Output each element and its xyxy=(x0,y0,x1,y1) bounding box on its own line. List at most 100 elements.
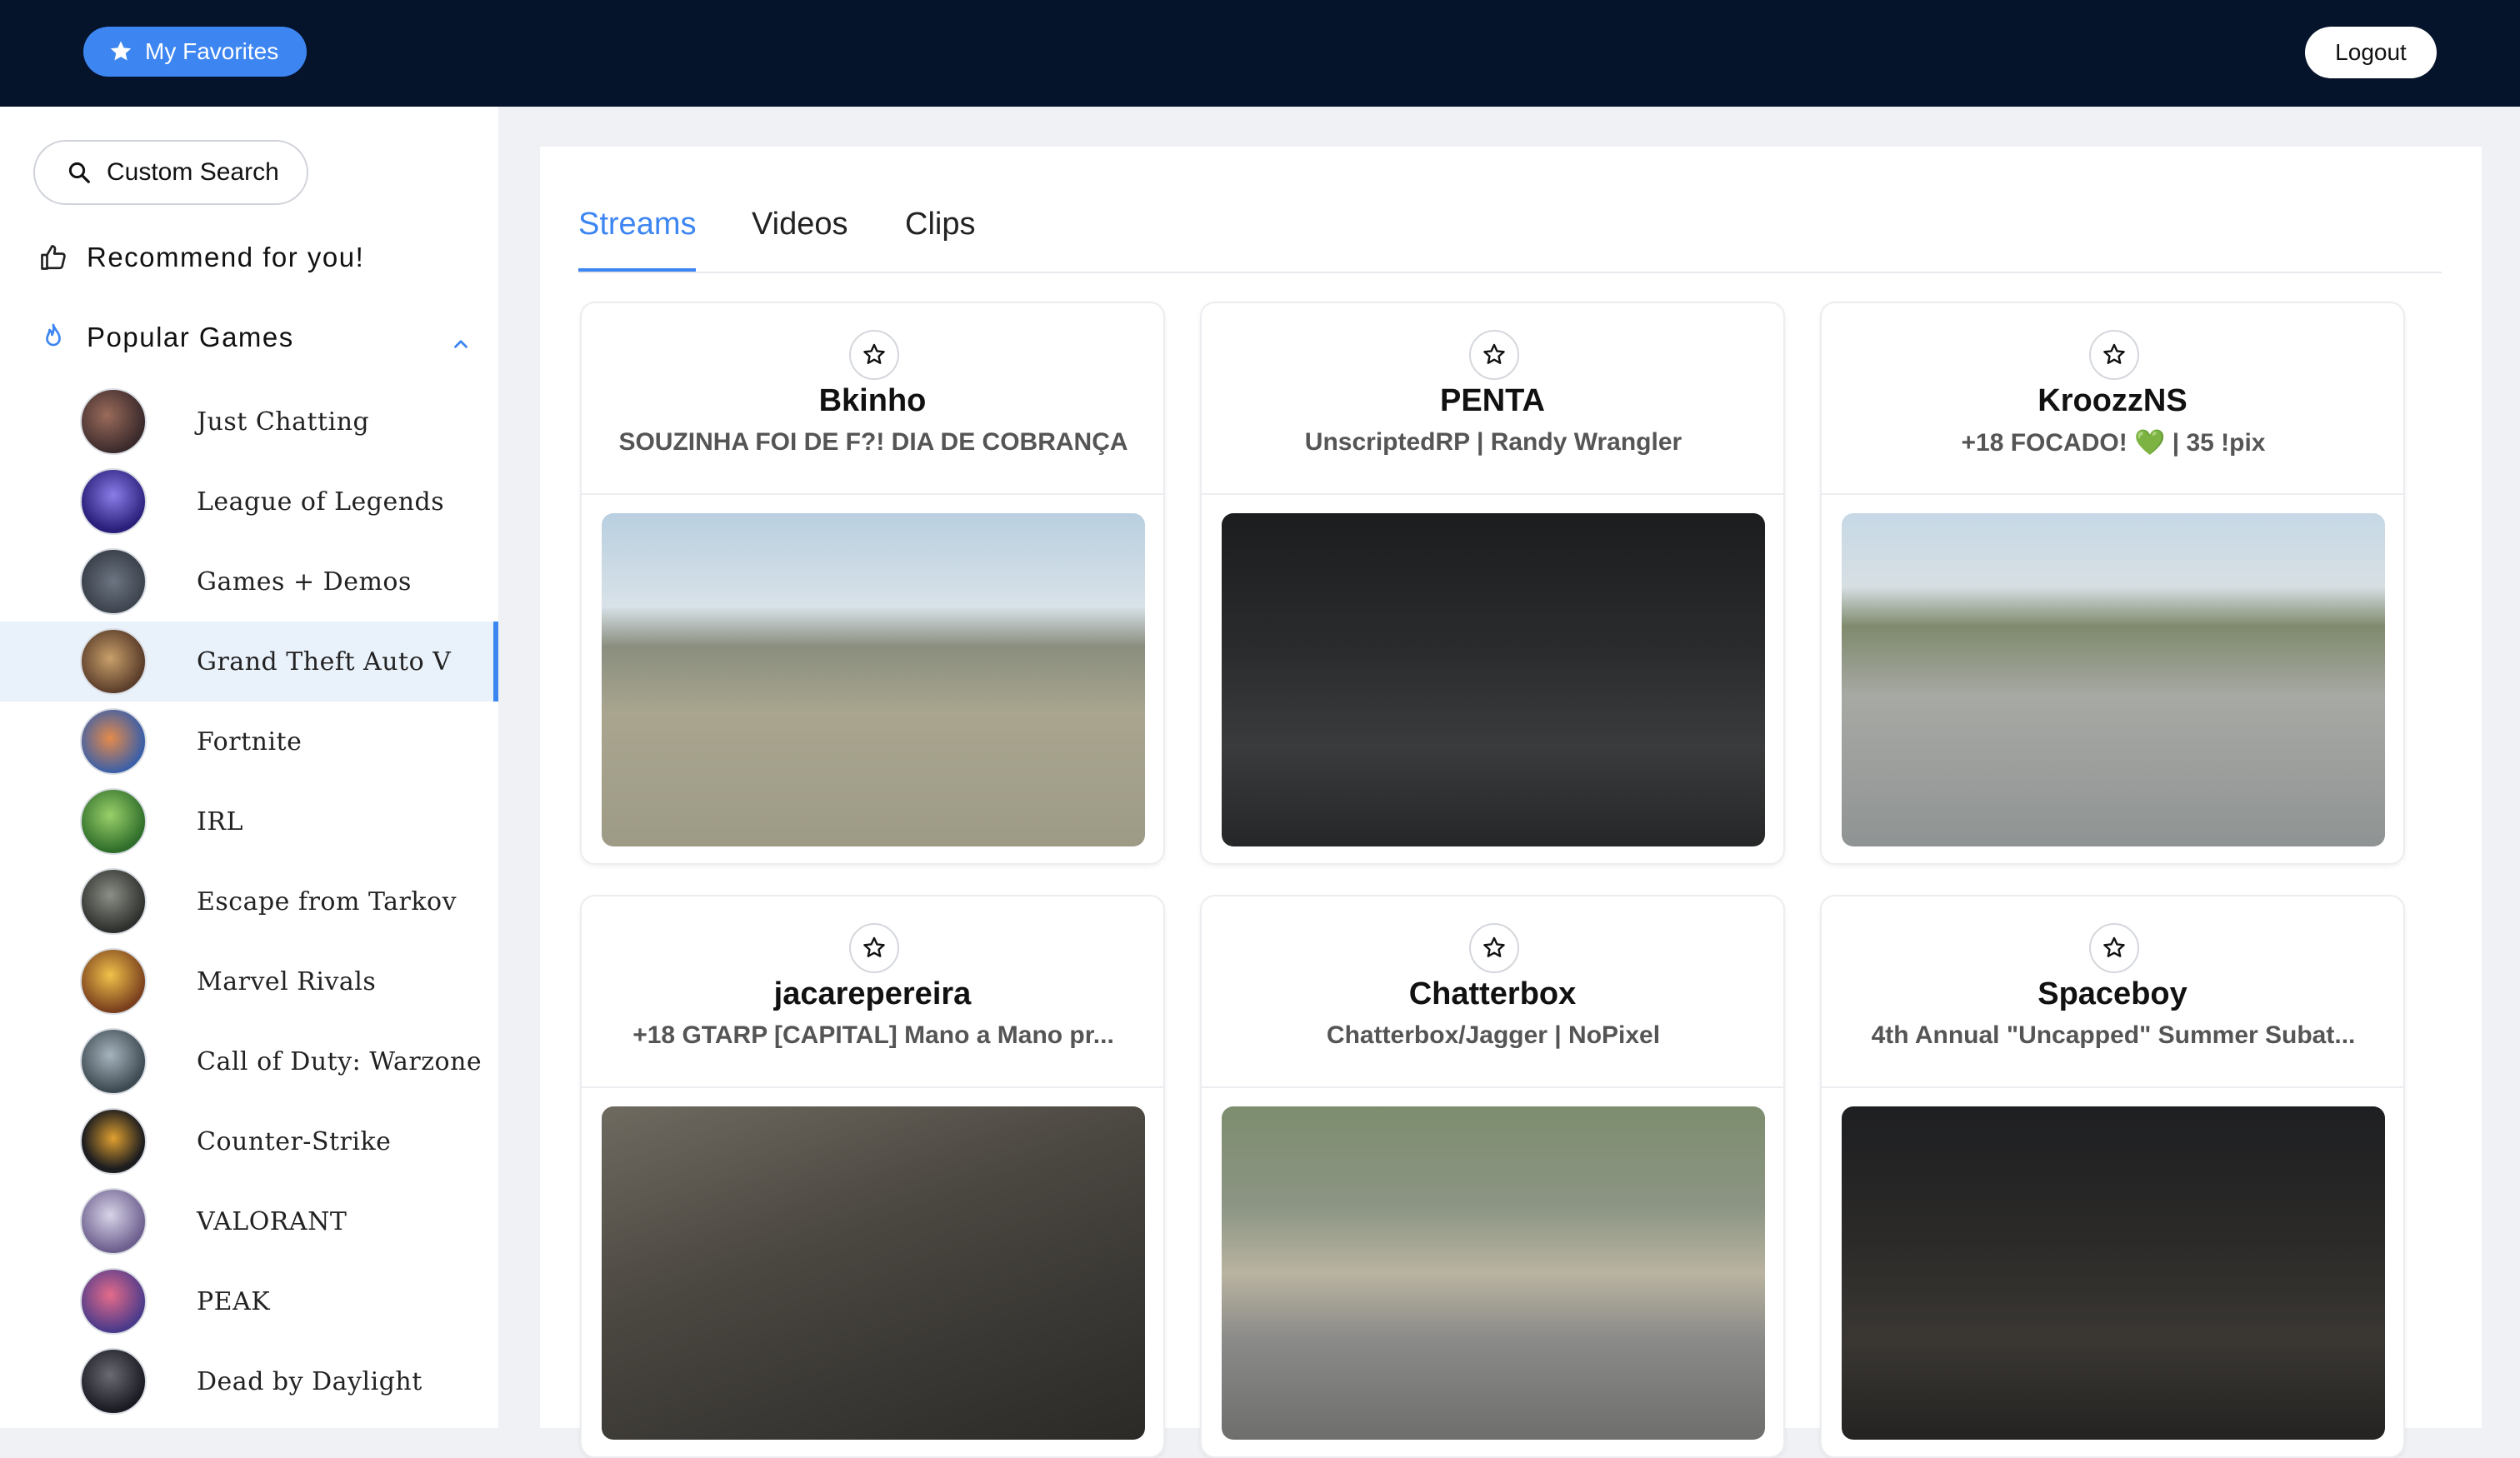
sidebar-item-games-demos[interactable]: Games + Demos xyxy=(0,542,498,622)
stream-title: 4th Annual "Uncapped" Summer Subat... xyxy=(1871,1021,2356,1049)
game-thumbnail xyxy=(80,1188,147,1255)
stream-title: SOUZINHA FOI DE F?! DIA DE COBRANÇA xyxy=(618,428,1128,456)
channel-name: Bkinho xyxy=(818,383,927,418)
stream-card[interactable]: KroozzNS +18 FOCADO! 💚 | 35 !pix xyxy=(1820,302,2405,865)
game-label: VALORANT xyxy=(197,1206,348,1236)
game-thumbnail xyxy=(80,788,147,855)
sidebar-item-valorant[interactable]: VALORANT xyxy=(0,1181,498,1261)
main-panel: Streams Videos Clips Bkinho SOUZINHA FOI… xyxy=(540,147,2482,1458)
search-icon xyxy=(68,162,90,183)
game-label: PEAK xyxy=(197,1286,271,1316)
game-thumbnail xyxy=(80,1108,147,1175)
game-label: Escape from Tarkov xyxy=(197,886,458,916)
game-thumbnail xyxy=(80,948,147,1015)
game-thumbnail xyxy=(80,1268,147,1335)
game-thumbnail xyxy=(80,548,147,615)
favorite-star-button[interactable] xyxy=(2089,923,2139,973)
game-thumbnail xyxy=(80,708,147,775)
star-outline-icon xyxy=(2103,936,2125,957)
sidebar-item-grand-theft-auto-v[interactable]: Grand Theft Auto V xyxy=(0,622,498,702)
stream-title: +18 GTARP [CAPITAL] Mano a Mano pr... xyxy=(632,1021,1114,1049)
stream-thumbnail[interactable] xyxy=(1842,513,2385,846)
game-label: Call of Duty: Warzone xyxy=(197,1046,482,1076)
channel-name: Chatterbox xyxy=(1408,976,1577,1011)
game-label: Grand Theft Auto V xyxy=(197,647,452,677)
game-thumbnail xyxy=(80,468,147,535)
recommend-link[interactable]: Recommend for you! xyxy=(38,242,364,273)
stream-thumbnail[interactable] xyxy=(602,513,1145,846)
card-divider xyxy=(582,1086,1163,1088)
sidebar-item-league-of-legends[interactable]: League of Legends xyxy=(0,462,498,542)
channel-name: jacarepereira xyxy=(773,976,972,1011)
card-divider xyxy=(1202,1086,1783,1088)
stream-thumbnail[interactable] xyxy=(1842,1106,2385,1440)
tab-videos[interactable]: Videos xyxy=(752,207,848,270)
star-outline-icon xyxy=(863,936,885,957)
game-label: Counter-Strike xyxy=(197,1126,392,1156)
card-divider xyxy=(1202,493,1783,495)
game-thumbnail xyxy=(80,388,147,455)
stream-card[interactable]: Bkinho SOUZINHA FOI DE F?! DIA DE COBRAN… xyxy=(580,302,1165,865)
logout-button[interactable]: Logout xyxy=(2305,27,2437,78)
recommend-label: Recommend for you! xyxy=(87,242,365,272)
sidebar-item-just-chatting[interactable]: Just Chatting xyxy=(0,382,498,462)
favorite-star-button[interactable] xyxy=(2089,330,2139,380)
favorite-star-button[interactable] xyxy=(849,923,899,973)
favorite-star-button[interactable] xyxy=(849,330,899,380)
star-outline-icon xyxy=(2103,343,2125,364)
stream-card[interactable]: PENTA UnscriptedRP | Randy Wrangler xyxy=(1200,302,1785,865)
game-label: Just Chatting xyxy=(197,407,370,437)
sidebar-item-escape-from-tarkov[interactable]: Escape from Tarkov xyxy=(0,861,498,941)
custom-search-label: Custom Search xyxy=(107,158,279,186)
tab-streams[interactable]: Streams xyxy=(578,207,697,272)
sidebar-item-counter-strike[interactable]: Counter-Strike xyxy=(0,1101,498,1181)
custom-search-button[interactable]: Custom Search xyxy=(33,140,308,205)
tab-clips[interactable]: Clips xyxy=(905,207,975,270)
flame-icon xyxy=(46,323,61,347)
sidebar-item-fortnite[interactable]: Fortnite xyxy=(0,702,498,781)
sidebar-item-marvel-rivals[interactable]: Marvel Rivals xyxy=(0,941,498,1021)
games-list: Just Chatting League of Legends Games + … xyxy=(0,382,498,1421)
channel-name: KroozzNS xyxy=(2038,383,2188,418)
game-label: Games + Demos xyxy=(197,567,412,597)
stream-title: Chatterbox/Jagger | NoPixel xyxy=(1326,1021,1661,1049)
channel-name: Spaceboy xyxy=(2038,976,2188,1011)
game-label: Marvel Rivals xyxy=(197,966,377,996)
stream-thumbnail[interactable] xyxy=(1222,513,1765,846)
game-label: Dead by Daylight xyxy=(197,1366,422,1396)
game-thumbnail xyxy=(80,868,147,935)
sidebar-item-call-of-duty-warzone[interactable]: Call of Duty: Warzone xyxy=(0,1021,498,1101)
stream-card[interactable]: Chatterbox Chatterbox/Jagger | NoPixel xyxy=(1200,895,1785,1458)
sidebar-item-dead-by-daylight[interactable]: Dead by Daylight xyxy=(0,1341,498,1421)
star-outline-icon xyxy=(1483,936,1505,957)
stream-title: +18 FOCADO! 💚 | 35 !pix xyxy=(1961,429,2266,457)
star-outline-icon xyxy=(863,343,885,364)
favorite-star-button[interactable] xyxy=(1469,923,1519,973)
game-thumbnail xyxy=(80,1348,147,1415)
sidebar: Custom Search Recommend for you! Popular… xyxy=(0,107,498,1428)
game-thumbnail xyxy=(80,628,147,695)
chevron-up-icon[interactable] xyxy=(450,333,472,355)
my-favorites-button[interactable]: My Favorites xyxy=(83,27,308,77)
my-favorites-label: My Favorites xyxy=(145,38,279,64)
game-label: Fortnite xyxy=(197,727,302,756)
game-thumbnail xyxy=(80,1028,147,1095)
popular-games-toggle[interactable]: Popular Games xyxy=(38,322,294,353)
stream-thumbnail[interactable] xyxy=(602,1106,1145,1440)
card-divider xyxy=(1822,1086,2403,1088)
game-label: IRL xyxy=(197,806,243,836)
card-divider xyxy=(582,493,1163,495)
content-tabs: Streams Videos Clips xyxy=(578,207,2442,273)
thumbs-up-icon xyxy=(41,245,66,270)
favorite-star-button[interactable] xyxy=(1469,330,1519,380)
channel-name: PENTA xyxy=(1440,383,1545,418)
star-icon xyxy=(110,41,132,61)
sidebar-item-peak[interactable]: PEAK xyxy=(0,1261,498,1341)
stream-card[interactable]: jacarepereira +18 GTARP [CAPITAL] Mano a… xyxy=(580,895,1165,1458)
popular-games-label: Popular Games xyxy=(87,322,294,352)
stream-card[interactable]: Spaceboy 4th Annual "Uncapped" Summer Su… xyxy=(1820,895,2405,1458)
star-outline-icon xyxy=(1483,343,1505,364)
stream-title: UnscriptedRP | Randy Wrangler xyxy=(1304,428,1682,456)
sidebar-item-irl[interactable]: IRL xyxy=(0,781,498,861)
stream-thumbnail[interactable] xyxy=(1222,1106,1765,1440)
